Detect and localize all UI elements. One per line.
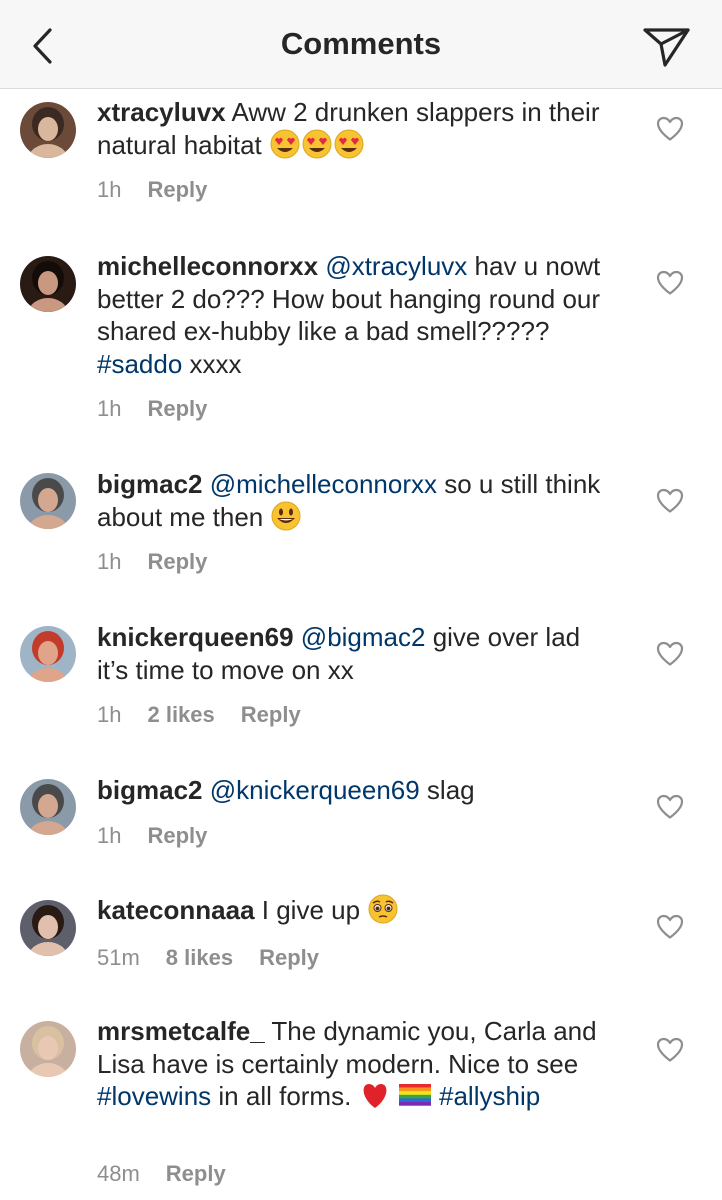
reply-button[interactable]: Reply	[147, 396, 207, 421]
hashtag-link[interactable]: #saddo	[97, 349, 182, 379]
comment-text: mrsmetcalfe_ The dynamic you, Carla and …	[97, 1015, 617, 1113]
comment-meta: 1h Reply	[97, 396, 233, 422]
heart-eyes-emoji-icon	[302, 129, 332, 158]
like-button[interactable]	[656, 116, 684, 142]
comment-username[interactable]: mrsmetcalfe_	[97, 1016, 265, 1046]
timestamp: 1h	[97, 396, 122, 421]
reply-button[interactable]: Reply	[147, 823, 207, 848]
reply-button[interactable]: Reply	[241, 702, 301, 727]
likes-count[interactable]: 8 likes	[166, 945, 233, 970]
top-bar: Comments	[0, 0, 722, 89]
comment-text: knickerqueen69 @bigmac2 give over lad it…	[97, 621, 617, 686]
comment-meta: 1h Reply	[97, 549, 233, 575]
like-button[interactable]	[656, 914, 684, 940]
like-button[interactable]	[656, 270, 684, 296]
comment-text: michelleconnorxx @xtracyluvx hav u nowt …	[97, 250, 617, 380]
reply-button[interactable]: Reply	[147, 177, 207, 202]
rainbow-flag-emoji-icon	[398, 1084, 431, 1106]
heart-icon	[656, 116, 684, 141]
mention-link[interactable]: @michelleconnorxx	[210, 469, 437, 499]
paper-plane-icon	[643, 28, 690, 67]
avatar[interactable]	[20, 256, 76, 312]
avatar[interactable]	[20, 473, 76, 529]
mention-link[interactable]: @bigmac2	[301, 622, 426, 652]
comment-username[interactable]: knickerqueen69	[97, 622, 294, 652]
comment-text-segment: in all forms.	[211, 1081, 359, 1111]
comment-text-segment: xxxx	[182, 348, 242, 379]
comment-text: xtracyluvx Aww 2 drunken slappers in the…	[97, 96, 617, 161]
mention-link[interactable]: @knickerqueen69	[210, 775, 420, 805]
comment-text-segment	[203, 775, 210, 805]
like-button[interactable]	[656, 488, 684, 514]
reply-button[interactable]: Reply	[147, 549, 207, 574]
timestamp: 1h	[97, 823, 122, 848]
heart-icon	[656, 794, 684, 819]
comment-text-segment: I give up	[254, 895, 368, 925]
heart-eyes-emoji-icon	[270, 129, 300, 158]
hashtag-link[interactable]: #allyship	[439, 1081, 540, 1111]
like-button[interactable]	[656, 641, 684, 667]
avatar[interactable]	[20, 626, 76, 682]
avatar[interactable]	[20, 779, 76, 835]
share-button[interactable]	[642, 22, 692, 68]
grin-emoji-icon	[271, 501, 301, 530]
timestamp: 1h	[97, 177, 122, 202]
reply-button[interactable]: Reply	[259, 945, 319, 970]
comment-text: kateconnaaa I give up	[97, 894, 617, 927]
comment-meta: 1h Reply	[97, 177, 233, 203]
comment-username[interactable]: michelleconnorxx	[97, 251, 318, 281]
comment-text-segment: slag	[419, 775, 475, 805]
avatar[interactable]	[20, 900, 76, 956]
timestamp: 51m	[97, 945, 140, 970]
hashtag-link[interactable]: #lovewins	[97, 1081, 211, 1111]
heart-icon	[656, 641, 684, 666]
heart-icon	[656, 270, 684, 295]
heart-eyes-emoji-icon	[334, 129, 364, 158]
red-heart-emoji-icon	[363, 1084, 386, 1108]
comment-username[interactable]: xtracyluvx	[97, 97, 226, 127]
comment-username[interactable]: bigmac2	[97, 775, 203, 805]
timestamp: 1h	[97, 549, 122, 574]
pleading-emoji-icon	[368, 894, 398, 924]
comment-meta: 48m Reply	[97, 1161, 252, 1187]
mention-link[interactable]: @xtracyluvx	[325, 251, 467, 281]
comment-meta: 51m 8 likes Reply	[97, 945, 345, 971]
comment-username[interactable]: bigmac2	[97, 469, 203, 499]
comment-text-segment	[391, 1081, 398, 1111]
reply-button[interactable]: Reply	[166, 1161, 226, 1186]
like-button[interactable]	[656, 1037, 684, 1063]
avatar[interactable]	[20, 1021, 76, 1077]
likes-count[interactable]: 2 likes	[147, 702, 214, 727]
comment-text-segment	[432, 1081, 439, 1111]
timestamp: 48m	[97, 1161, 140, 1186]
comment-meta: 1h 2 likes Reply	[97, 702, 327, 728]
heart-icon	[656, 488, 684, 513]
comment-username[interactable]: kateconnaaa	[97, 895, 255, 925]
comment-text-segment	[203, 469, 210, 499]
comment-text-segment	[294, 622, 301, 652]
timestamp: 1h	[97, 702, 122, 727]
heart-icon	[656, 1037, 684, 1062]
like-button[interactable]	[656, 794, 684, 820]
page-title: Comments	[280, 26, 442, 61]
comment-text: bigmac2 @michelleconnorxx so u still thi…	[97, 468, 617, 533]
comment-meta: 1h Reply	[97, 823, 233, 849]
avatar[interactable]	[20, 102, 76, 158]
comment-text: bigmac2 @knickerqueen69 slag	[97, 774, 617, 807]
heart-icon	[656, 914, 684, 939]
